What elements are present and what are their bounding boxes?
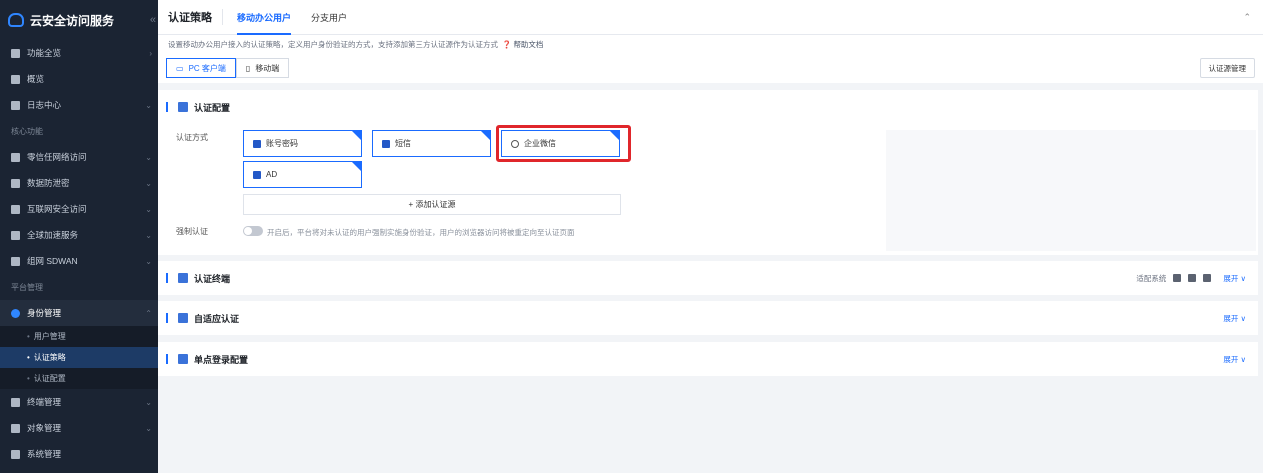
adaptive-auth-header[interactable]: 自适应认证 展开 ∨	[158, 301, 1258, 335]
auth-method-password[interactable]: 账号密码	[243, 130, 362, 157]
auth-terminal-header[interactable]: 认证终端 适配系统 展开 ∨	[158, 261, 1258, 295]
section-accent-bar	[166, 354, 168, 364]
config-icon	[178, 102, 188, 112]
shield-icon	[11, 152, 20, 162]
expand-button[interactable]: 展开 ∨	[1223, 273, 1246, 284]
cloud-shield-logo-icon	[8, 13, 24, 27]
sidebar-item-identity[interactable]: 身份管理 ⌃	[0, 300, 158, 326]
auth-config-panel: 认证配置 认证方式 账号密码 短信 企业微信 AD + 添加认证源 强制认证 开…	[158, 90, 1258, 255]
section-accent-bar	[166, 313, 168, 323]
sidebar-item-sdwan[interactable]: 组网 SDWAN ⌄	[0, 248, 158, 274]
sidebar-subitem-user-management[interactable]: 用户管理	[0, 326, 158, 347]
expand-button[interactable]: 展开 ∨	[1223, 313, 1246, 324]
rocket-icon	[11, 230, 20, 240]
message-icon	[382, 139, 390, 148]
sso-icon	[178, 354, 188, 364]
linux-icon	[1203, 274, 1212, 282]
sidebar-item-dashboard[interactable]: 概览	[0, 66, 158, 92]
object-icon	[11, 423, 20, 433]
chevron-down-icon: ⌄	[145, 397, 152, 407]
sidebar-group-core: 核心功能	[11, 126, 43, 136]
chevron-down-icon: ⌄	[145, 178, 152, 188]
sidebar-item-system[interactable]: 系统管理	[0, 441, 158, 467]
auth-method-ad[interactable]: AD	[243, 161, 362, 188]
auth-config-header: 认证配置	[158, 90, 1258, 124]
terminal-user-icon	[178, 273, 188, 283]
tab-mobile-users[interactable]: 移动办公用户	[227, 0, 301, 35]
force-auth-toggle[interactable]	[243, 226, 263, 236]
sidebar-item-overview-all[interactable]: 功能全览 ›	[0, 40, 158, 66]
sidebar-subitem-auth-config[interactable]: 认证配置	[0, 368, 158, 389]
adaptive-auth-panel: 自适应认证 展开 ∨	[158, 301, 1258, 335]
windows-icon	[1173, 274, 1182, 282]
chevron-up-icon: ⌃	[145, 308, 152, 318]
identity-icon	[11, 308, 20, 318]
force-auth-hint: 开启后，平台将对未认证的用户强制实施身份验证，用户的浏览器访问将被重定向至认证页…	[267, 228, 575, 237]
section-accent-bar	[166, 102, 168, 112]
macos-icon	[1188, 274, 1197, 282]
collapse-sidebar-icon[interactable]: «	[150, 14, 156, 26]
sidebar-item-dlp[interactable]: 数据防泄密 ⌄	[0, 170, 158, 196]
pc-client-button[interactable]: ▭ PC 客户端	[166, 58, 236, 78]
sidebar-item-objects[interactable]: 对象管理 ⌄	[0, 415, 158, 441]
auth-source-manage-button[interactable]: 认证源管理	[1199, 58, 1255, 78]
side-info-area	[886, 130, 1256, 251]
section-accent-bar	[166, 273, 168, 283]
sidebar-item-swg[interactable]: 互联网安全访问 ⌄	[0, 196, 158, 222]
grid-icon	[11, 48, 20, 58]
directory-icon	[253, 170, 261, 179]
app-brand: 云安全访问服务 «	[0, 0, 158, 40]
monitor-icon: ▭	[176, 63, 184, 73]
terminal-icon	[11, 397, 20, 407]
sidebar-subitem-auth-policy[interactable]: 认证策略	[0, 347, 158, 368]
chevron-down-icon: ⌄	[145, 256, 152, 266]
add-auth-source-button[interactable]: + 添加认证源	[243, 194, 621, 215]
force-auth-label: 强制认证	[176, 227, 208, 236]
client-switcher: ▭ PC 客户端 ▯ 移动端 认证源管理	[158, 53, 1263, 83]
settings-icon	[11, 449, 20, 459]
sidebar-item-logs[interactable]: 日志中心 ⌄	[0, 92, 158, 118]
sso-config-header[interactable]: 单点登录配置 展开 ∨	[158, 342, 1258, 376]
highlight-box	[496, 125, 631, 162]
help-link[interactable]: ❓ 帮助文档	[502, 39, 543, 50]
lock-icon	[253, 139, 261, 148]
globe-shield-icon	[11, 204, 20, 214]
sso-config-panel: 单点登录配置 展开 ∨	[158, 342, 1258, 376]
adaptive-icon	[178, 313, 188, 323]
chevron-up-icon[interactable]: ⌃	[1243, 12, 1251, 23]
chevron-right-icon: ›	[149, 48, 152, 58]
sidebar-item-ztna[interactable]: 零信任网络访问 ⌄	[0, 144, 158, 170]
chevron-down-icon: ⌄	[145, 152, 152, 162]
chevron-down-icon: ⌄	[145, 204, 152, 214]
app-title: 云安全访问服务	[30, 13, 115, 28]
expand-button[interactable]: 展开 ∨	[1223, 354, 1246, 365]
auth-method-label: 认证方式	[176, 133, 208, 142]
auth-method-sms[interactable]: 短信	[372, 130, 491, 157]
adapted-systems-label: 适配系统	[1136, 273, 1167, 283]
log-icon	[11, 100, 20, 110]
network-icon	[11, 256, 20, 266]
sidebar-group-platform: 平台管理	[11, 282, 43, 292]
chevron-down-icon: ⌄	[145, 423, 152, 433]
mobile-icon: ▯	[245, 63, 251, 73]
page-title: 认证策略	[168, 9, 223, 25]
sidebar-item-acceleration[interactable]: 全球加速服务 ⌄	[0, 222, 158, 248]
data-icon	[11, 178, 20, 188]
chevron-down-icon: ⌄	[145, 100, 152, 110]
sidebar-item-terminal[interactable]: 终端管理 ⌄	[0, 389, 158, 415]
tab-branch-users[interactable]: 分支用户	[301, 0, 357, 35]
chevron-down-icon: ⌄	[145, 230, 152, 240]
page-description: 设置移动办公用户接入的认证策略，定义用户身份验证的方式，支持添加第三方认证源作为…	[158, 35, 1263, 53]
mobile-client-button[interactable]: ▯ 移动端	[235, 58, 290, 78]
page-header: 认证策略 移动办公用户 分支用户 ⌃	[158, 0, 1263, 35]
sidebar: 云安全访问服务 « 功能全览 › 概览 日志中心 ⌄ 核心功能 零信任网络访问 ⌄ 数…	[0, 0, 158, 473]
auth-terminal-panel: 认证终端 适配系统 展开 ∨	[158, 261, 1258, 295]
dashboard-icon	[11, 74, 20, 84]
